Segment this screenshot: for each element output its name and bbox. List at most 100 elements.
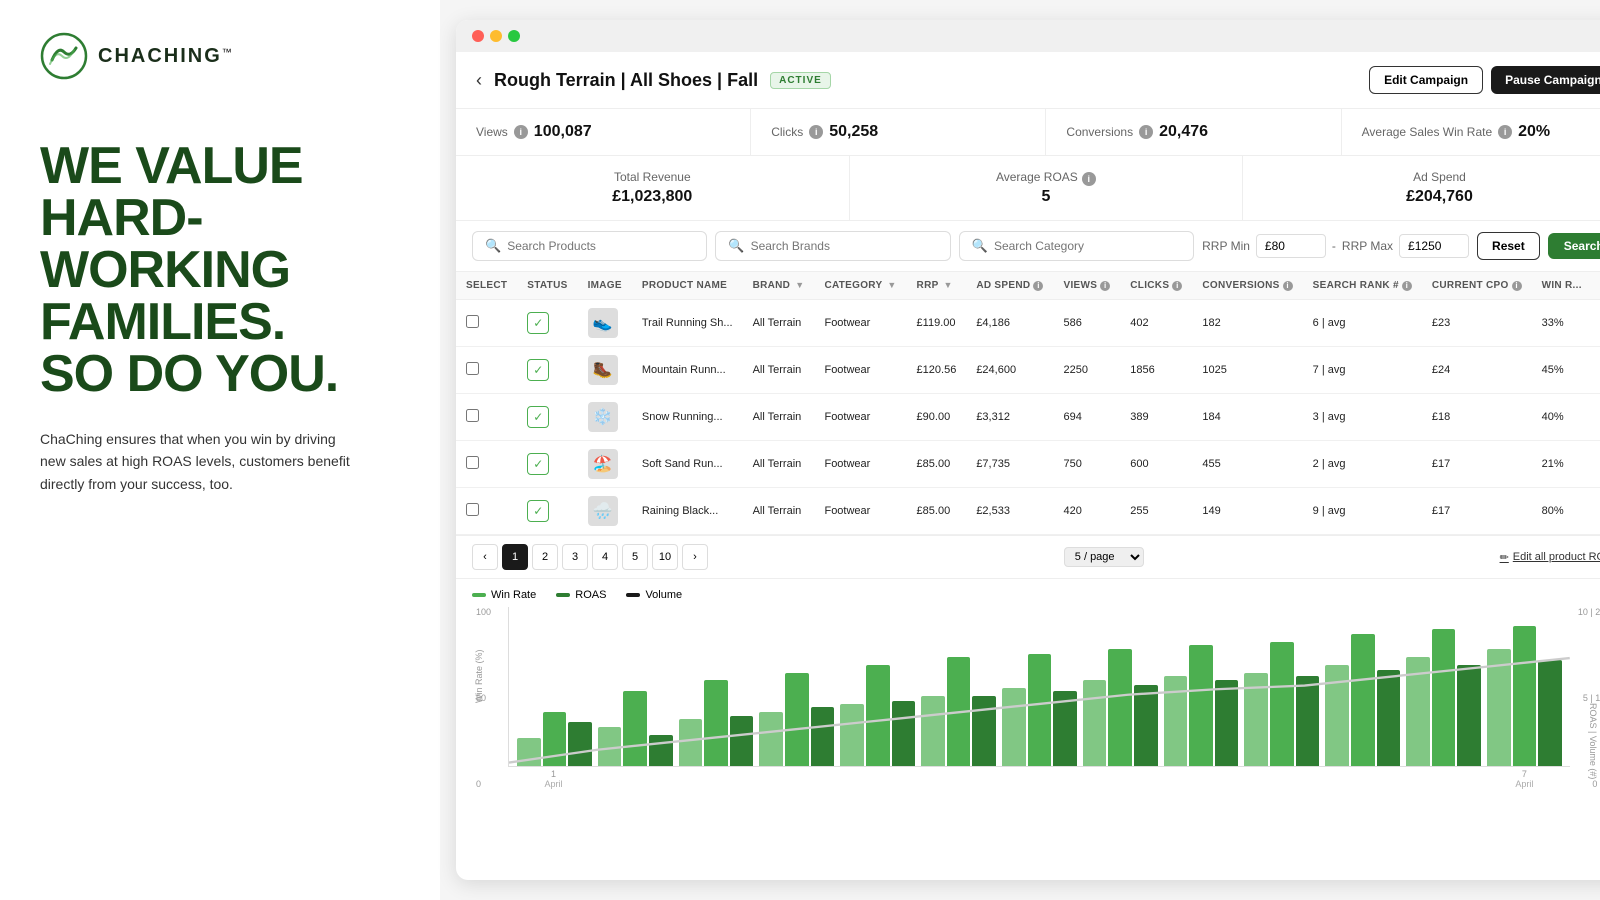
clicks-col-info[interactable]: i [1172,281,1182,291]
reset-button[interactable]: Reset [1477,232,1540,260]
category-filter-icon[interactable]: ▼ [887,280,896,290]
search-category-input[interactable] [994,239,1181,253]
page-4-button[interactable]: 4 [592,544,618,570]
col-clicks: CLICKS i [1120,272,1192,300]
rrp-separator: - [1332,239,1336,253]
y-right-bot: 0 | 0 [1578,779,1600,789]
row-checkbox[interactable] [466,456,479,469]
status-check-icon: ✓ [527,312,549,334]
rrp-min-label: RRP Min [1202,239,1250,253]
views-value: 100,087 [534,123,592,141]
row-checkbox[interactable] [466,503,479,516]
row-category: Footwear [814,347,906,394]
roas-bar [1351,634,1375,766]
conv-col-info[interactable]: i [1283,281,1293,291]
campaign-header: ‹ Rough Terrain | All Shoes | Fall ACTIV… [456,52,1600,109]
page-5-button[interactable]: 5 [622,544,648,570]
stats-bar: Views i 100,087 Clicks i 50,258 Conversi… [456,109,1600,156]
dot-red[interactable] [472,30,484,42]
row-checkbox[interactable] [466,362,479,375]
edit-all-roas-link[interactable]: ✏ Edit all product ROAS [1500,551,1600,564]
search-category-field[interactable]: 🔍 [959,231,1194,261]
status-badge: ACTIVE [770,72,831,89]
brand-filter-icon[interactable]: ▼ [795,280,804,290]
row-status: ✓ [517,347,577,394]
total-revenue-label: Total Revenue [476,170,829,184]
search-brands-icon: 🔍 [728,238,744,254]
views-info-icon[interactable]: i [514,125,528,139]
bar-group [1325,634,1400,766]
row-status: ✓ [517,488,577,535]
row-edit[interactable]: ✏ [1592,441,1600,488]
clicks-info-icon[interactable]: i [809,125,823,139]
row-rrp: £120.56 [907,347,967,394]
row-checkbox[interactable] [466,409,479,422]
views-col-info[interactable]: i [1100,281,1110,291]
prev-page-button[interactable]: ‹ [472,544,498,570]
row-edit[interactable]: ✏ [1592,347,1600,394]
dot-yellow[interactable] [490,30,502,42]
volume-bar [1215,680,1239,766]
search-category-icon: 🔍 [972,238,988,254]
search-products-field[interactable]: 🔍 [472,231,707,261]
tagline-line2: HARD- [40,189,203,247]
col-edit: EDIT [1592,272,1600,300]
volume-bar [1538,660,1562,766]
col-views: VIEWS i [1053,272,1120,300]
row-search-rank: 7 | avg [1303,347,1422,394]
row-current-cpo: £18 [1422,394,1532,441]
search-brands-input[interactable] [751,239,938,253]
y-axis-right: 10 | 20k 5 | 10k 0 | 0 [1578,607,1600,789]
pause-campaign-button[interactable]: Pause Campaign [1491,66,1600,94]
cpo-col-info[interactable]: i [1512,281,1522,291]
conversions-info-icon[interactable]: i [1139,125,1153,139]
search-button[interactable]: Search [1548,233,1600,259]
win-bar [598,727,622,766]
volume-bar [1053,691,1077,766]
per-page-dropdown[interactable]: 5 / page 10 / page 25 / page [1064,547,1144,567]
roas-info-icon[interactable]: i [1082,172,1096,186]
win-rate-info-icon[interactable]: i [1498,125,1512,139]
page-1-button[interactable]: 1 [502,544,528,570]
rrp-fields: RRP Min - RRP Max [1202,234,1469,258]
row-edit[interactable]: ✏ [1592,488,1600,535]
volume-bar [649,735,673,766]
win-bar [840,704,864,766]
row-edit[interactable]: ✏ [1592,300,1600,347]
bar-group [1083,649,1158,766]
row-checkbox-cell [456,347,517,394]
col-brand: BRAND ▼ [743,272,815,300]
revenue-bar: Total Revenue £1,023,800 Average ROAS i … [456,156,1600,221]
edit-campaign-button[interactable]: Edit Campaign [1369,66,1483,94]
stat-clicks: Clicks i 50,258 [751,109,1046,155]
row-search-rank: 9 | avg [1303,488,1422,535]
page-3-button[interactable]: 3 [562,544,588,570]
page-10-button[interactable]: 10 [652,544,678,570]
search-products-input[interactable] [507,239,694,253]
rrp-min-input[interactable] [1256,234,1326,258]
logo-wordmark: CHACHING™ [98,45,232,68]
search-products-icon: 🔍 [485,238,501,254]
rank-col-info[interactable]: i [1402,281,1412,291]
row-edit[interactable]: ✏ [1592,394,1600,441]
product-image: 🏖️ [588,449,618,479]
legend-roas: ROAS [556,589,606,601]
next-page-button[interactable]: › [682,544,708,570]
rrp-max-input[interactable] [1399,234,1469,258]
dot-green[interactable] [508,30,520,42]
right-panel: ‹ Rough Terrain | All Shoes | Fall ACTIV… [440,0,1600,900]
page-2-button[interactable]: 2 [532,544,558,570]
back-button[interactable]: ‹ [476,70,482,91]
win-bar [1325,665,1349,766]
col-conversions: CONVERSIONS i [1192,272,1302,300]
ad-spend-col-info[interactable]: i [1033,281,1043,291]
tagline-line1: WE VALUE [40,137,303,195]
page-buttons: ‹ 1 2 3 4 5 10 › [472,544,708,570]
row-checkbox[interactable] [466,315,479,328]
row-category: Footwear [814,394,906,441]
bar-group [517,712,592,766]
rrp-filter-icon[interactable]: ▼ [943,280,952,290]
tagline-line4: FAMILIES. [40,293,285,351]
row-conversions: 455 [1192,441,1302,488]
search-brands-field[interactable]: 🔍 [715,231,950,261]
